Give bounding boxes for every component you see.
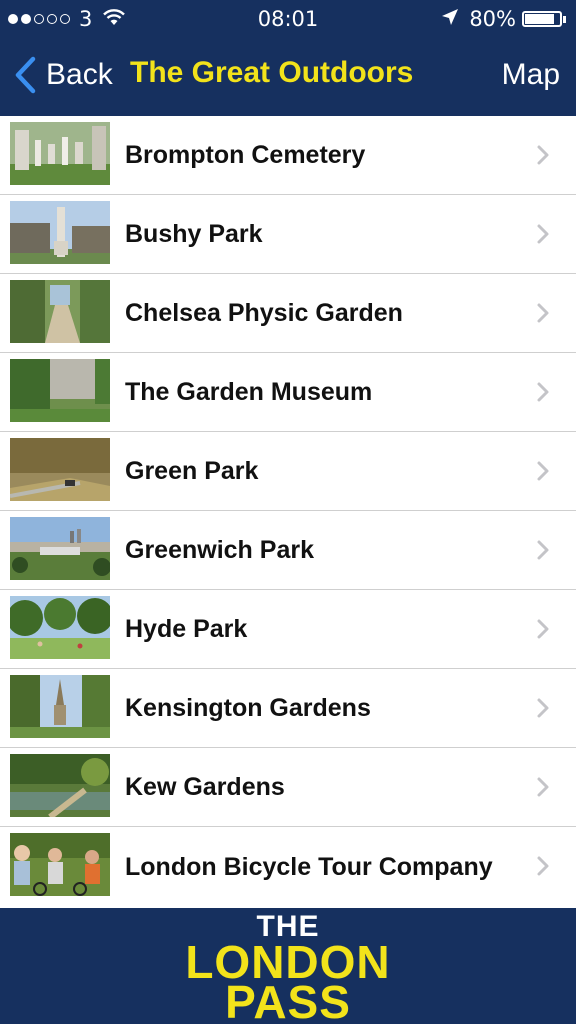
navigation-bar: Back The Great Outdoors Map (0, 38, 576, 116)
page-title: The Great Outdoors (130, 56, 414, 89)
battery-percentage: 80% (469, 7, 516, 31)
map-button[interactable]: Map (502, 58, 560, 92)
chevron-right-icon (537, 777, 549, 797)
list-item-label: London Bicycle Tour Company (125, 852, 493, 881)
list-item[interactable]: Kensington Gardens (0, 669, 576, 748)
list-item-label: Kew Gardens (125, 772, 285, 801)
list-item[interactable]: Green Park (0, 432, 576, 511)
chevron-right-icon (537, 303, 549, 323)
chevron-right-icon (537, 619, 549, 639)
chevron-right-icon (537, 540, 549, 560)
logo-line-pass: PASS (225, 976, 351, 1028)
list-item-label: Green Park (125, 456, 259, 485)
list-item[interactable]: London Bicycle Tour Company (0, 827, 576, 907)
list-item-label: Bushy Park (125, 219, 263, 248)
battery-icon (522, 11, 562, 27)
list-item[interactable]: Brompton Cemetery (0, 116, 576, 195)
chevron-left-icon (15, 56, 36, 94)
chevron-right-icon (537, 224, 549, 244)
chevron-right-icon (537, 382, 549, 402)
chevron-right-icon (537, 856, 549, 876)
back-button[interactable]: Back (14, 56, 113, 94)
thumbnail-image (10, 122, 110, 185)
list-item-label: Chelsea Physic Garden (125, 298, 403, 327)
thumbnail-image (10, 517, 110, 580)
chevron-right-icon (537, 698, 549, 718)
thumbnail-image (10, 833, 110, 896)
footer-banner[interactable]: THE LONDON PASS (0, 908, 576, 1028)
battery-tip (563, 15, 566, 23)
chevron-right-icon (537, 145, 549, 165)
list-item[interactable]: Bushy Park (0, 195, 576, 274)
location-arrow-icon (441, 7, 459, 31)
battery-area: 80% (441, 7, 566, 31)
thumbnail-image (10, 201, 110, 264)
list-item[interactable]: The Garden Museum (0, 353, 576, 432)
attractions-list: Brompton Cemetery Bushy Park Chelsea Phy… (0, 116, 576, 908)
thumbnail-image (10, 438, 110, 501)
list-item-label: Hyde Park (125, 614, 248, 643)
list-item[interactable]: Greenwich Park (0, 511, 576, 590)
list-item[interactable]: Chelsea Physic Garden (0, 274, 576, 353)
thumbnail-image (10, 754, 110, 817)
status-bar: 3 08:01 80% (0, 0, 576, 38)
list-item[interactable]: Kew Gardens (0, 748, 576, 827)
list-item[interactable]: Hyde Park (0, 590, 576, 669)
list-item-label: Kensington Gardens (125, 693, 371, 722)
chevron-right-icon (537, 461, 549, 481)
thumbnail-image (10, 596, 110, 659)
thumbnail-image (10, 280, 110, 343)
back-label: Back (46, 58, 113, 91)
list-item-label: The Garden Museum (125, 377, 373, 406)
thumbnail-image (10, 359, 110, 422)
list-item-label: Brompton Cemetery (125, 140, 366, 169)
thumbnail-image (10, 675, 110, 738)
list-item-label: Greenwich Park (125, 535, 314, 564)
